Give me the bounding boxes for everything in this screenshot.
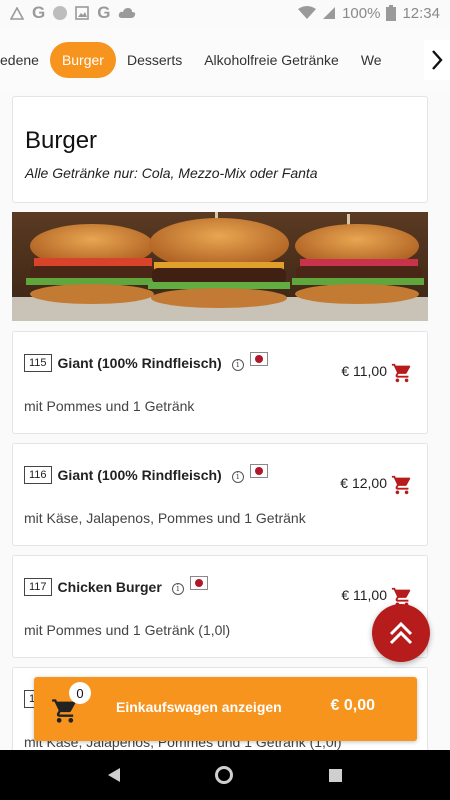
tabs-scroll-right-button[interactable] [424,40,450,80]
info-icon[interactable]: i [231,359,244,371]
home-icon[interactable] [215,766,234,784]
record-icon [53,6,68,20]
tab-verschiedene[interactable]: edene [0,52,50,68]
menu-item-card[interactable]: 116 Giant (100% Rindfleisch) i € 12,00 m… [12,443,428,546]
google-icon-2: G [97,3,111,22]
item-name[interactable]: Giant (100% Rindfleisch) [58,467,222,483]
chevron-right-icon [432,50,443,70]
tab-burger[interactable]: Burger [49,42,116,78]
item-description: mit Käse, Jalapenos, Pommes und 1 Geträn… [24,510,306,526]
burger-banner-image [12,212,428,321]
cart-total: € 0,00 [330,697,375,714]
section-subtitle: Alle Getränke nur: Cola, Mezzo-Mix oder … [25,165,318,181]
cloud-icon [119,8,136,18]
item-price: € 11,00 [341,587,387,603]
flag-icon [249,464,268,478]
image-icon [75,6,90,20]
wifi-icon [298,6,317,19]
google-icon: G [32,3,46,22]
menu-item-card[interactable]: 115 Giant (100% Rindfleisch) i € 11,00 m… [12,331,428,434]
item-number: 115 [24,354,52,372]
item-price: € 12,00 [340,475,387,491]
menu-item-header: 117 Chicken Burger i [24,576,208,596]
item-description: mit Pommes und 1 Getränk [24,398,195,414]
battery-percent: 100% [342,4,381,22]
recent-apps-icon[interactable] [329,768,343,782]
signal-icon [323,7,336,19]
status-icons-right: 100% 12:34 [298,5,440,22]
tab-desserts[interactable]: Desserts [116,52,193,68]
item-number: 117 [24,578,52,596]
double-chevron-up-icon [389,621,413,645]
view-cart-button[interactable]: 0 Einkaufswagen anzeigen € 0,00 [34,677,417,741]
item-name[interactable]: Giant (100% Rindfleisch) [58,355,222,371]
status-bar: G G 100% 12:34 [0,0,450,26]
item-description: mit Pommes und 1 Getränk (1,0l) [24,622,231,638]
info-icon[interactable]: i [231,471,244,483]
back-icon[interactable] [107,768,120,782]
add-to-cart-icon[interactable] [391,362,413,384]
scroll-to-top-button[interactable] [372,604,430,662]
info-icon[interactable]: i [171,583,184,595]
cart-label: Einkaufswagen anzeigen [116,699,282,715]
menu-item-header: 116 Giant (100% Rindfleisch) i [24,464,268,484]
system-nav-bar [0,750,450,800]
menu-item-header: 115 Giant (100% Rindfleisch) i [24,352,268,372]
status-icons-left: G G [10,3,136,23]
flag-icon [189,576,208,590]
tab-alkoholfreie-getraenke[interactable]: Alkoholfreie Getränke [193,52,350,68]
add-to-cart-icon[interactable] [391,474,413,496]
section-header-card: Burger Alle Getränke nur: Cola, Mezzo-Mi… [12,96,428,203]
category-tabs: edene Burger Desserts Alkoholfreie Geträ… [0,26,450,94]
battery-icon [386,5,397,21]
cart-count-badge: 0 [69,682,91,704]
section-title: Burger [25,127,98,154]
item-price: € 11,00 [341,363,387,379]
clock: 12:34 [402,4,440,22]
item-name[interactable]: Chicken Burger [58,579,162,595]
item-number: 116 [24,466,52,484]
warning-icon [10,6,24,20]
menu-item-card[interactable]: 117 Chicken Burger i € 11,00 mit Pommes … [12,555,428,658]
flag-icon [249,352,268,366]
tab-weitere[interactable]: We [350,52,393,68]
